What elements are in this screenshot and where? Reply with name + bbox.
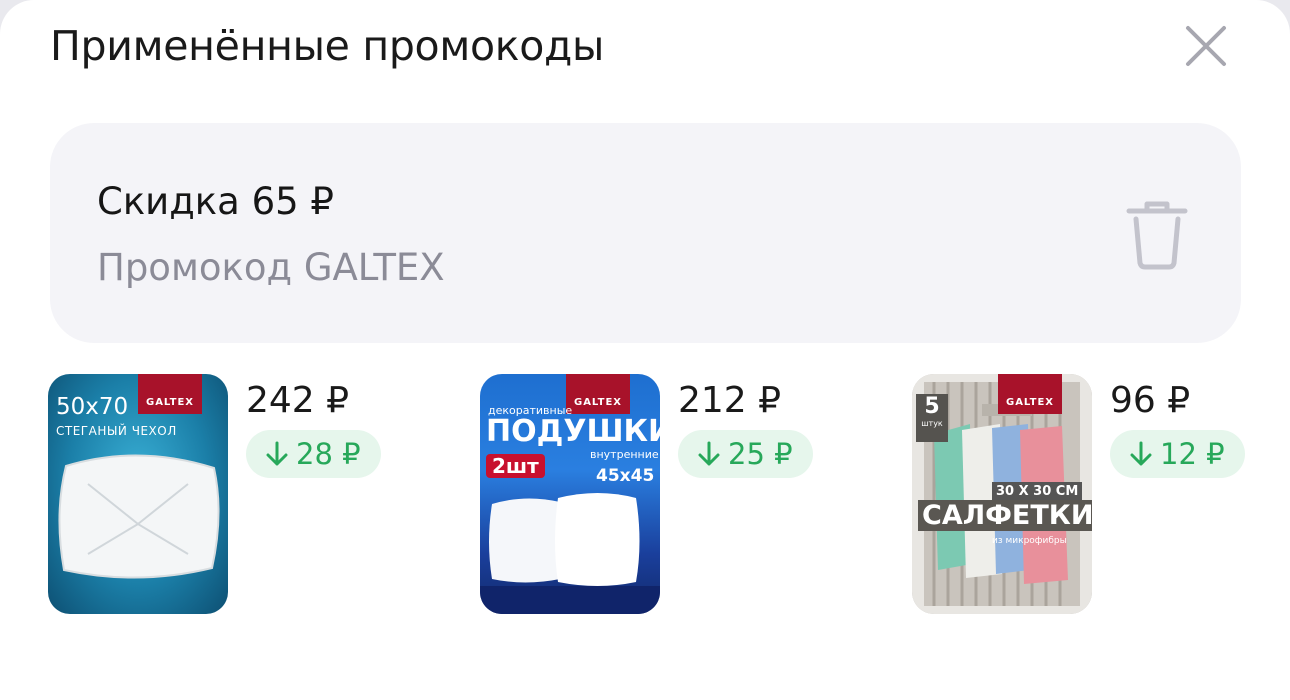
arrow-down-icon [266,441,288,466]
discount-badge: 12 ₽ [1110,430,1245,478]
product-price: 242 ₽ [246,380,350,421]
product-item: GALTEX 5 штук 30 X 30 СМ САЛФЕТКИ из мик… [912,374,1272,619]
pillow-illustration [58,454,220,579]
product-image[interactable]: GALTEX декоративные ПОДУШКИ внутренние 2… [480,374,660,614]
arrow-down-icon [1130,441,1152,466]
promo-sheet: Применённые промокоды Скидка 65 ₽ Промок… [0,0,1290,700]
product-item: GALTEX декоративные ПОДУШКИ внутренние 2… [480,374,840,619]
discount-amount: 28 ₽ [296,437,361,471]
trash-icon [1126,201,1188,270]
image-size-text: 30 X 30 СМ [992,482,1083,501]
product-image[interactable]: GALTEX 50x70 СТЕГАНЫЙ ЧЕХОЛ [48,374,228,614]
page-title: Применённые промокоды [50,22,605,70]
product-price: 96 ₽ [1110,380,1191,421]
image-count-text: 5 штук [916,394,948,442]
discount-badge: 28 ₽ [246,430,381,478]
promo-code-label: Промокод GALTEX [97,246,445,289]
product-image[interactable]: GALTEX 5 штук 30 X 30 СМ САЛФЕТКИ из мик… [912,374,1092,614]
pillows-illustration [480,493,660,614]
discount-amount: 12 ₽ [1160,437,1225,471]
arrow-down-icon [698,441,720,466]
discount-amount: 25 ₽ [728,437,793,471]
discount-badge: 25 ₽ [678,430,813,478]
image-title-text: САЛФЕТКИ [918,500,1092,531]
product-item: GALTEX 50x70 СТЕГАНЫЙ ЧЕХОЛ 242 ₽ 28 ₽ [48,374,408,619]
promo-discount-title: Скидка 65 ₽ [97,180,334,223]
image-count-number: 5 [924,394,940,419]
close-button[interactable] [1180,20,1232,72]
promo-card: Скидка 65 ₽ Промокод GALTEX [50,123,1241,343]
delete-promo-button[interactable] [1122,197,1192,271]
brand-logo: GALTEX [998,374,1062,414]
image-count-unit: штук [921,419,943,428]
image-subtitle-text: из микрофибры [992,536,1067,546]
product-price: 212 ₽ [678,380,782,421]
close-icon [1186,26,1226,66]
